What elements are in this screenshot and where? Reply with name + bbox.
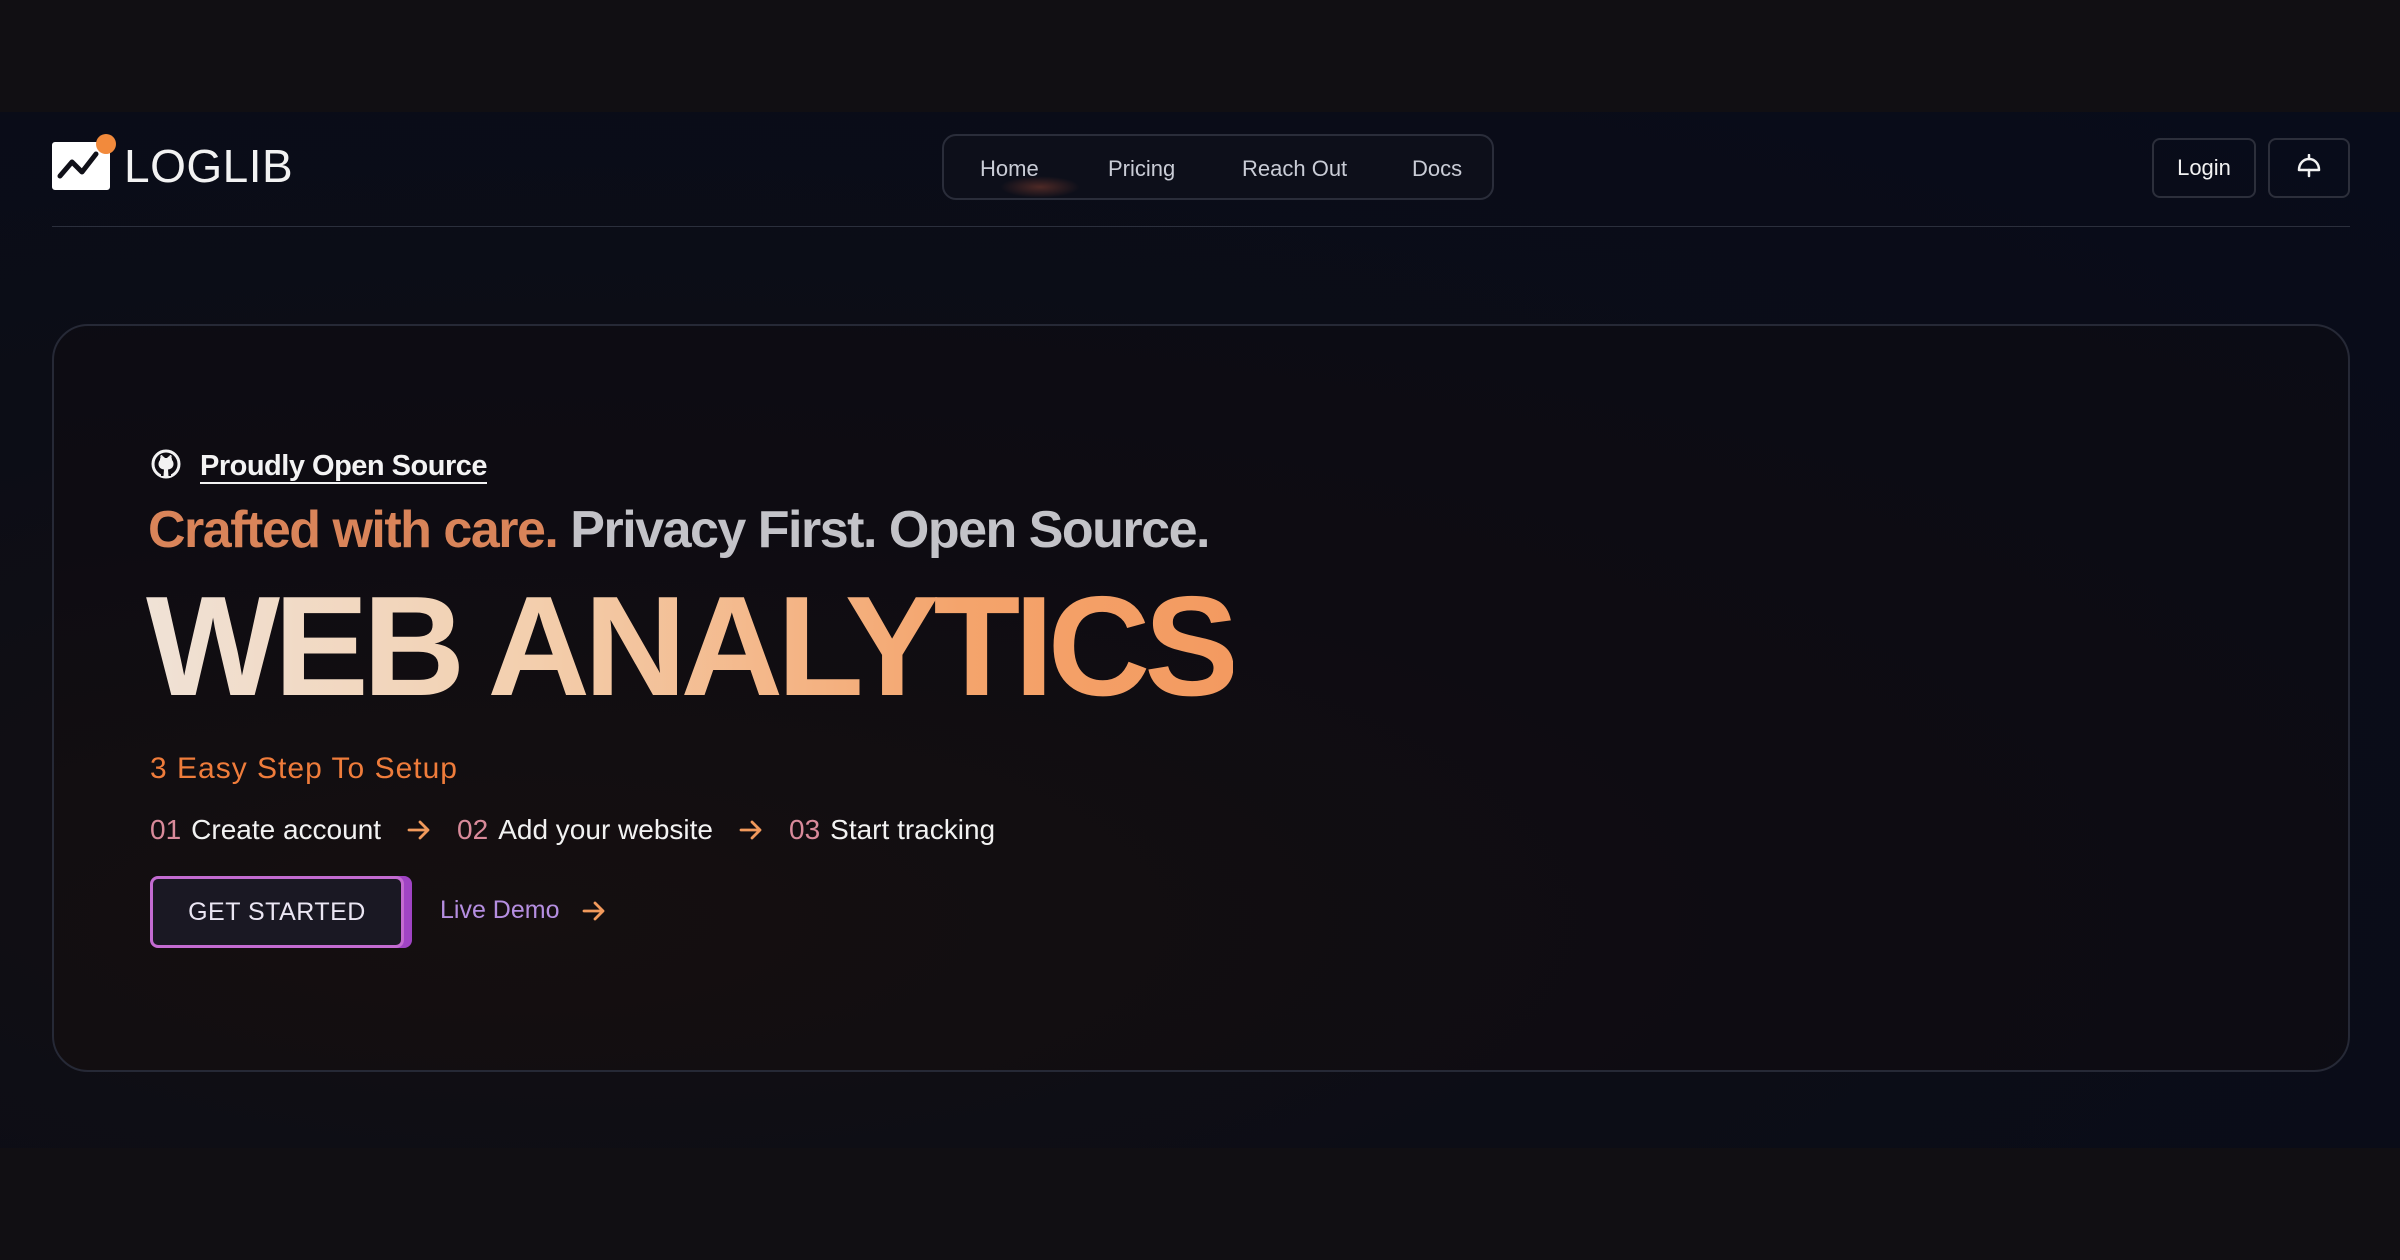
live-demo-link[interactable]: Live Demo: [440, 896, 606, 925]
arrow-right-icon: [407, 820, 431, 840]
open-source-row: Proudly Open Source: [150, 448, 488, 485]
nav-item-pricing[interactable]: Pricing: [1108, 156, 1175, 182]
lamp-icon: [2296, 153, 2322, 183]
arrow-right-icon: [582, 901, 606, 921]
step-label: Add your website: [498, 814, 713, 845]
logo-dot: [96, 134, 116, 154]
live-demo-label: Live Demo: [440, 896, 560, 924]
steps-title: 3 Easy Step To Setup: [150, 752, 458, 785]
get-started-button[interactable]: GET STARTED: [150, 876, 404, 948]
step-number: 03: [789, 814, 821, 845]
theme-toggle-button[interactable]: [2268, 138, 2350, 198]
step-number: 01: [150, 814, 182, 845]
tagline-rest: Privacy First. Open Source.: [570, 501, 1210, 559]
github-icon[interactable]: [150, 448, 182, 485]
hero-headline: WEB ANALYTICS: [146, 562, 1239, 732]
logo[interactable]: LOGLIB: [52, 134, 294, 192]
nav-item-docs[interactable]: Docs: [1412, 156, 1462, 182]
chart-line-icon: [52, 134, 116, 190]
step-label: Start tracking: [830, 814, 996, 845]
login-button[interactable]: Login: [2152, 138, 2256, 198]
letterbox-bottom: [0, 1148, 2400, 1260]
nav-item-reach-out[interactable]: Reach Out: [1242, 156, 1347, 182]
nav-item-home[interactable]: Home: [980, 156, 1039, 182]
tagline-highlight: Crafted with care.: [148, 501, 559, 559]
header-divider: [52, 226, 2350, 227]
arrow-right-icon: [739, 820, 763, 840]
open-source-link[interactable]: Proudly Open Source: [200, 450, 488, 483]
tagline: Crafted with care. Privacy First. Open S…: [148, 500, 1210, 560]
main-nav: Home Pricing Reach Out Docs: [942, 134, 1494, 200]
logo-text: LOGLIB: [124, 140, 294, 192]
letterbox-top: [0, 0, 2400, 112]
step-number: 02: [457, 814, 489, 845]
step-label: Create account: [191, 814, 382, 845]
setup-steps: 01 Create account 02 Add your website 03…: [150, 814, 995, 846]
